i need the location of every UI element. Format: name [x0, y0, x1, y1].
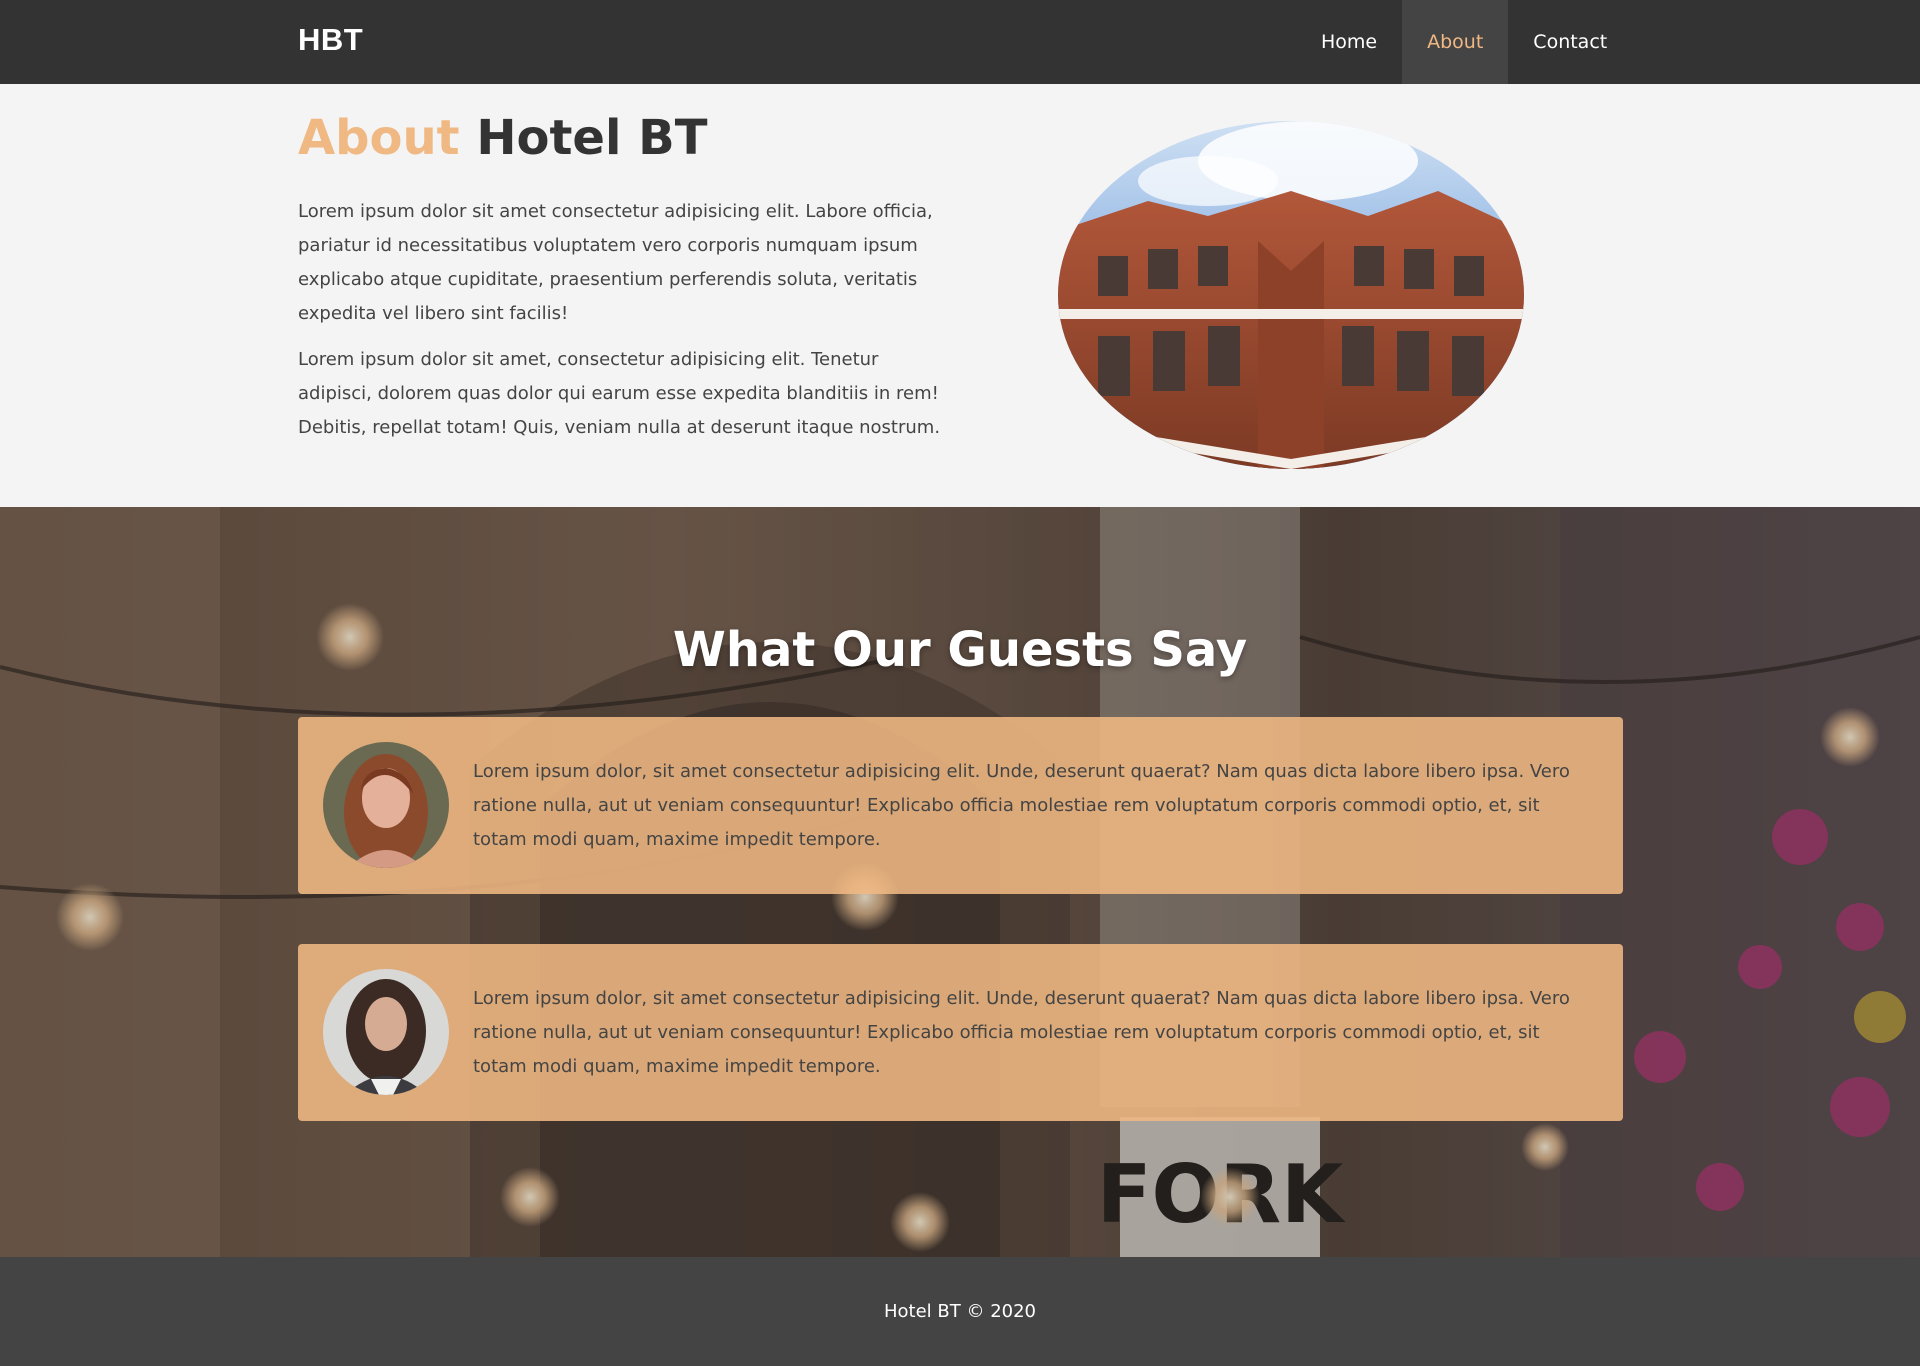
hotel-building-image [1058, 121, 1524, 469]
about-heading-accent: About [298, 110, 460, 166]
footer: Hotel BT © 2020 [0, 1257, 1920, 1366]
testimonial-text: Lorem ipsum dolor, sit amet consectetur … [473, 988, 1570, 1077]
navbar: HBT Home About Contact [0, 0, 1920, 84]
about-section: About Hotel BT Lorem ipsum dolor sit ame… [0, 84, 1920, 507]
footer-copyright: Hotel BT © 2020 [884, 1301, 1036, 1322]
testimonial-card: Lorem ipsum dolor, sit amet consectetur … [298, 944, 1623, 1121]
nav-item-home[interactable]: Home [1296, 0, 1402, 84]
testimonials-section: FORK What Our Guests Say [0, 507, 1920, 1257]
nav-menu: Home About Contact [1296, 0, 1632, 84]
about-heading-rest: Hotel BT [476, 110, 708, 166]
nav-item-contact[interactable]: Contact [1508, 0, 1632, 84]
testimonials-heading: What Our Guests Say [672, 622, 1248, 678]
nav-item-about[interactable]: About [1402, 0, 1509, 84]
about-paragraph-1: Lorem ipsum dolor sit amet consectetur a… [298, 201, 933, 324]
about-heading: About Hotel BT [298, 110, 707, 166]
testimonial-text: Lorem ipsum dolor, sit amet consectetur … [473, 761, 1570, 850]
guest-avatar-1 [323, 742, 449, 868]
brand-logo[interactable]: HBT [298, 22, 363, 58]
guest-avatar-2 [323, 969, 449, 1095]
testimonial-card: Lorem ipsum dolor, sit amet consectetur … [298, 717, 1623, 894]
about-paragraph-2: Lorem ipsum dolor sit amet, consectetur … [298, 349, 941, 438]
